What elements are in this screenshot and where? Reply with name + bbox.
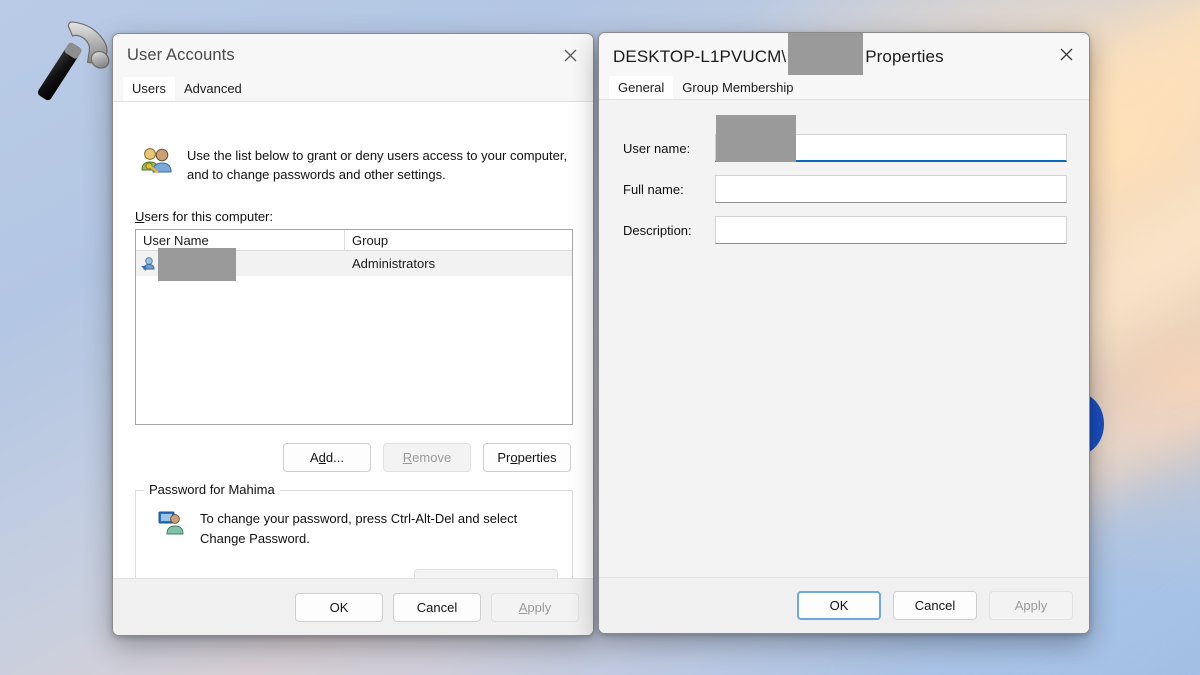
users-list-label: Users for this computer: bbox=[135, 209, 273, 224]
close-icon[interactable] bbox=[547, 34, 593, 76]
properties-tabstrip: General Group Membership bbox=[599, 75, 1089, 100]
intro-text-line2: and to change passwords and other settin… bbox=[187, 167, 446, 182]
tab-group-membership[interactable]: Group Membership bbox=[673, 76, 802, 100]
table-row[interactable]: Administrators bbox=[136, 248, 572, 281]
properties-title-prefix: DESKTOP-L1PVUCM\ bbox=[613, 47, 787, 66]
user-shortcut-icon bbox=[141, 257, 155, 271]
properties-form: User name: Full name: Description: bbox=[623, 115, 1067, 257]
users-listview[interactable]: User Name Group Administrators bbox=[135, 229, 573, 425]
user-accounts-tabstrip: Users Advanced bbox=[113, 76, 593, 101]
properties-title: DESKTOP-L1PVUCM\ Properties bbox=[599, 33, 944, 75]
redacted-title-user bbox=[788, 33, 864, 75]
cell-group: Administrators bbox=[352, 256, 436, 271]
password-help-text: To change your password, press Ctrl-Alt-… bbox=[200, 509, 517, 549]
remove-button[interactable]: Remove bbox=[383, 443, 471, 472]
properties-footer: OK Cancel Apply bbox=[599, 577, 1089, 633]
cancel-button[interactable]: Cancel bbox=[393, 592, 481, 622]
tab-advanced[interactable]: Advanced bbox=[175, 77, 251, 101]
intro-text: Use the list below to grant or deny user… bbox=[187, 146, 567, 184]
properties-button[interactable]: Pr o perties bbox=[483, 443, 571, 472]
users-key-icon bbox=[141, 148, 172, 174]
intro-row: Use the list below to grant or deny user… bbox=[139, 146, 573, 184]
full-name-field[interactable] bbox=[715, 175, 1067, 203]
ok-button[interactable]: OK bbox=[295, 592, 383, 622]
tab-general[interactable]: General bbox=[609, 76, 674, 100]
description-label: Description: bbox=[623, 222, 692, 238]
user-accounts-dialog: User Accounts Users Advanced Use the lis… bbox=[112, 33, 594, 636]
user-accounts-footer: OK Cancel Apply bbox=[113, 578, 593, 635]
intro-text-line1: Use the list below to grant or deny user… bbox=[187, 148, 568, 163]
properties-titlebar: DESKTOP-L1PVUCM\ Properties bbox=[599, 33, 1089, 75]
full-name-row: Full name: bbox=[623, 175, 1067, 203]
user-name-label: User name: bbox=[623, 140, 691, 156]
password-group-legend: Password for Mahima bbox=[144, 482, 280, 497]
password-help-line1: To change your password, press Ctrl-Alt-… bbox=[200, 511, 518, 526]
user-properties-dialog: DESKTOP-L1PVUCM\ Properties General Group… bbox=[598, 32, 1090, 634]
user-name-field[interactable] bbox=[715, 115, 1067, 162]
user-list-actions: Ad d... Remove Pr o perties bbox=[283, 443, 571, 472]
full-name-label: Full name: bbox=[623, 181, 684, 197]
desktop-background: y User Accounts Users Advanced bbox=[0, 0, 1200, 675]
description-row: Description: bbox=[623, 216, 1067, 244]
redacted-user-name bbox=[158, 248, 236, 281]
cell-user-name bbox=[136, 246, 345, 281]
apply-button[interactable]: Apply bbox=[989, 591, 1073, 620]
description-field[interactable] bbox=[715, 216, 1067, 244]
user-accounts-title: User Accounts bbox=[127, 45, 235, 64]
properties-tab-body: User name: Full name: Description: OK Ca… bbox=[599, 99, 1089, 633]
add-button[interactable]: Ad d... bbox=[283, 443, 371, 472]
user-name-row: User name: bbox=[623, 115, 1067, 162]
properties-title-suffix: Properties bbox=[865, 47, 944, 66]
password-row: To change your password, press Ctrl-Alt-… bbox=[158, 509, 517, 549]
user-accounts-titlebar: User Accounts bbox=[113, 34, 593, 76]
redacted-user-name-value bbox=[716, 115, 796, 162]
user-accounts-tab-body: Use the list below to grant or deny user… bbox=[113, 101, 593, 635]
close-icon[interactable] bbox=[1043, 33, 1089, 75]
tab-users[interactable]: Users bbox=[123, 77, 175, 101]
cancel-button[interactable]: Cancel bbox=[893, 591, 977, 620]
computer-user-icon bbox=[158, 511, 184, 535]
ok-button[interactable]: OK bbox=[797, 591, 881, 620]
apply-button[interactable]: Apply bbox=[491, 592, 579, 622]
password-help-line2: Change Password. bbox=[200, 531, 310, 546]
column-header-group[interactable]: Group bbox=[345, 230, 572, 250]
